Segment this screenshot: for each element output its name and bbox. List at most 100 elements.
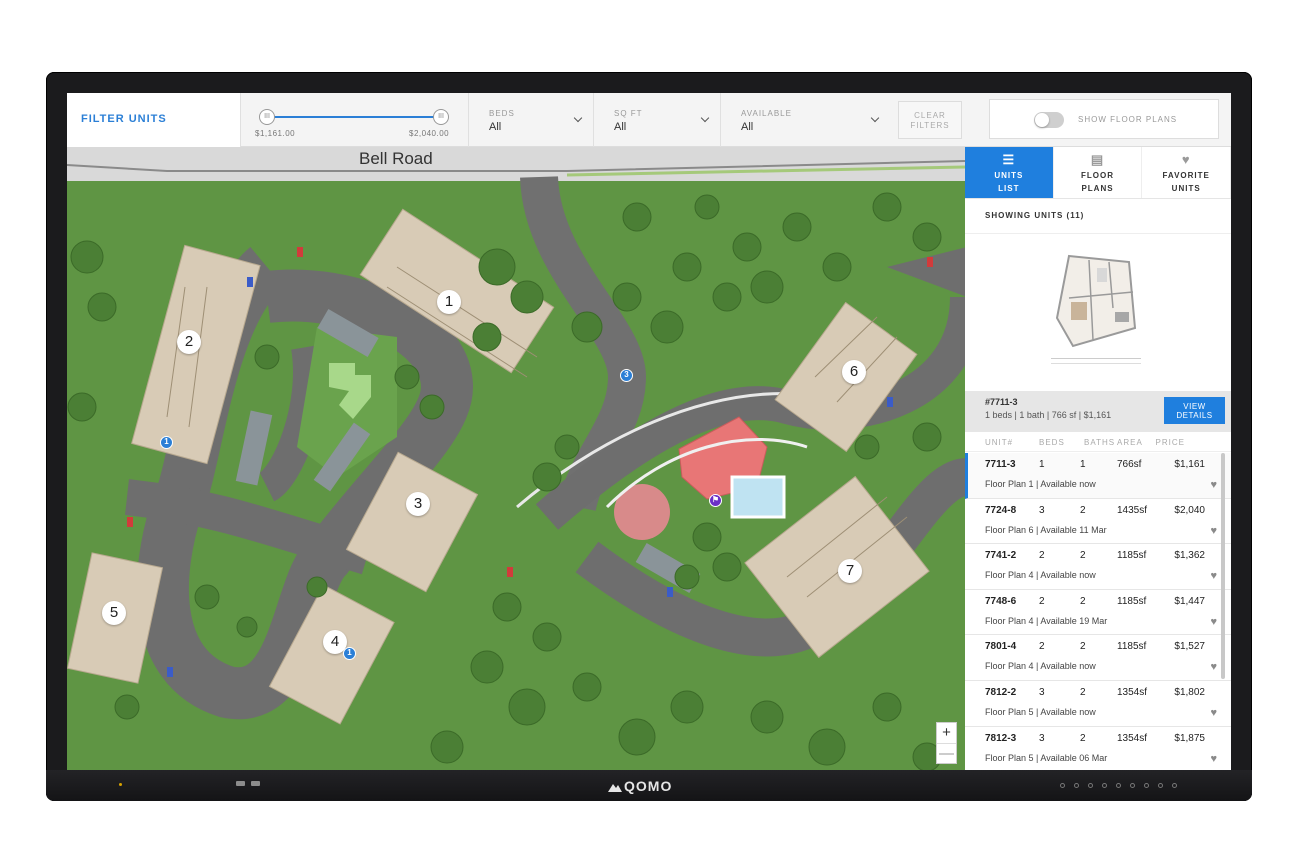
unit-row[interactable]: 7812-2 3 2 1354sf $1,802 Floor Plan 5 | … — [965, 681, 1231, 727]
unit-availability: Floor Plan 4 | Available now — [985, 661, 1096, 672]
favorite-heart-icon[interactable]: ♥ — [1210, 570, 1217, 582]
unit-beds: 3 — [1039, 732, 1045, 744]
unit-row[interactable]: 7748-6 2 2 1185sf $1,447 Floor Plan 4 | … — [965, 590, 1231, 636]
unit-area: 1435sf — [1117, 504, 1148, 516]
available-select[interactable]: AVAILABLE All — [721, 93, 890, 147]
floor-plan-caption — [1051, 358, 1141, 364]
heart-icon: ♥ — [1181, 152, 1191, 167]
unit-row[interactable]: 7801-4 2 2 1185sf $1,527 Floor Plan 4 | … — [965, 635, 1231, 681]
unit-availability: Floor Plan 4 | Available 19 Mar — [985, 615, 1108, 626]
available-value: All — [741, 121, 754, 133]
zoom-in-button[interactable]: + — [937, 723, 956, 743]
view-details-line1: VIEW — [1183, 402, 1206, 411]
power-led — [119, 783, 122, 786]
clubhouse-flag-icon[interactable]: ⚑ — [709, 494, 722, 507]
favorite-heart-icon[interactable]: ♥ — [1210, 616, 1217, 628]
hardware-button[interactable] — [1158, 783, 1163, 788]
unit-availability: Floor Plan 5 | Available 06 Mar — [985, 752, 1108, 763]
clear-filters-button[interactable]: CLEAR FILTERS — [898, 101, 962, 139]
sqft-select[interactable]: SQ FT All — [594, 93, 721, 147]
unit-baths: 2 — [1080, 641, 1086, 653]
sidebar-tabs: ☰ UNITS LIST ▤ FLOOR PLANS ♥ FAVORITE UN… — [965, 147, 1231, 199]
unit-number: 7748-6 — [985, 595, 1017, 607]
hdmi-port — [251, 781, 260, 786]
favorite-heart-icon[interactable]: ♥ — [1210, 479, 1217, 491]
price-min-label: $1,161.00 — [255, 129, 296, 138]
unit-area: 766sf — [1117, 459, 1142, 470]
unit-beds: 2 — [1039, 595, 1045, 607]
favorite-heart-icon[interactable]: ♥ — [1210, 753, 1217, 765]
building-marker[interactable]: 7 — [838, 559, 862, 583]
units-list-scrollbar[interactable] — [1221, 453, 1225, 679]
unit-price: $1,527 — [1174, 641, 1205, 653]
unit-baths: 2 — [1080, 504, 1086, 516]
filter-units-title: FILTER UNITS — [67, 93, 241, 147]
unit-area: 1354sf — [1117, 686, 1148, 698]
unit-area: 1354sf — [1117, 732, 1148, 744]
available-units-pin[interactable]: 3 — [620, 369, 633, 382]
hardware-button[interactable] — [1172, 783, 1177, 788]
hardware-button[interactable] — [1130, 783, 1135, 788]
list-icon: ☰ — [1002, 152, 1016, 167]
view-details-button[interactable]: VIEW DETAILS — [1164, 397, 1225, 424]
site-map[interactable]: Bell Road 1 2 3 4 5 6 7 1 3 1 ⚑ + — — [67, 147, 965, 770]
unit-area: 1185sf — [1117, 595, 1147, 607]
unit-row[interactable]: 7741-2 2 2 1185sf $1,362 Floor Plan 4 | … — [965, 544, 1231, 590]
unit-baths: 2 — [1080, 595, 1086, 607]
building-marker[interactable]: 2 — [177, 330, 201, 354]
unit-row[interactable]: 7711-3 1 1 766sf $1,161 Floor Plan 1 | A… — [965, 453, 1231, 499]
unit-number: 7812-3 — [985, 732, 1017, 744]
tab-floor-plans[interactable]: ▤ FLOOR PLANS — [1054, 147, 1143, 198]
unit-availability: Floor Plan 6 | Available 11 Mar — [985, 524, 1107, 535]
building-marker[interactable]: 5 — [102, 601, 126, 625]
units-table-header: UNIT# BEDS BATHS AREA PRICE — [965, 432, 1231, 452]
hardware-button[interactable] — [1088, 783, 1093, 788]
units-sidebar: ☰ UNITS LIST ▤ FLOOR PLANS ♥ FAVORITE UN… — [965, 147, 1231, 770]
brand-text: QOMO — [624, 778, 673, 794]
tab-units-list[interactable]: ☰ UNITS LIST — [965, 147, 1054, 198]
show-floor-plans-toggle[interactable]: SHOW FLOOR PLANS — [989, 99, 1219, 139]
available-units-pin[interactable]: 1 — [343, 647, 356, 660]
zoom-out-button[interactable]: — — [937, 743, 956, 763]
floor-plan-preview[interactable] — [965, 233, 1231, 391]
price-min-handle[interactable]: III — [259, 109, 275, 125]
unit-price: $1,802 — [1174, 686, 1205, 698]
beds-select[interactable]: BEDS All — [469, 93, 594, 147]
filter-bar: FILTER UNITS III III $1,161.00 $2,040.00… — [67, 93, 1231, 147]
unit-area: 1185sf — [1117, 641, 1147, 653]
unit-availability: Floor Plan 1 | Available now — [985, 479, 1096, 489]
column-price: PRICE — [1155, 438, 1185, 447]
toggle-switch[interactable] — [1034, 112, 1064, 128]
price-max-handle[interactable]: III — [433, 109, 449, 125]
selected-unit-summary: #7711-3 1 beds | 1 bath | 766 sf | $1,16… — [965, 391, 1231, 432]
tab-floor-plans-line2: PLANS — [1081, 184, 1114, 193]
unit-number: 7812-2 — [985, 686, 1017, 698]
unit-beds: 2 — [1039, 550, 1045, 562]
available-units-pin[interactable]: 1 — [160, 436, 173, 449]
view-details-line2: DETAILS — [1176, 411, 1213, 420]
hardware-button[interactable] — [1102, 783, 1107, 788]
tab-floor-plans-line1: FLOOR — [1081, 171, 1114, 180]
building-marker[interactable]: 6 — [842, 360, 866, 384]
unit-baths: 1 — [1080, 459, 1086, 470]
unit-row[interactable]: 7724-8 3 2 1435sf $2,040 Floor Plan 6 | … — [965, 499, 1231, 545]
tab-favorite-units-line2: UNITS — [1171, 184, 1201, 193]
tab-units-list-line1: UNITS — [994, 171, 1024, 180]
unit-beds: 2 — [1039, 641, 1045, 653]
hardware-button[interactable] — [1144, 783, 1149, 788]
building-marker[interactable]: 1 — [437, 290, 461, 314]
brand-mark-icon — [608, 784, 622, 792]
tab-favorite-units[interactable]: ♥ FAVORITE UNITS — [1142, 147, 1231, 198]
unit-row[interactable]: 7812-3 3 2 1354sf $1,875 Floor Plan 5 | … — [965, 727, 1231, 770]
hardware-buttons — [1060, 783, 1177, 788]
price-range-track[interactable] — [265, 116, 441, 118]
front-ports — [236, 781, 260, 786]
favorite-heart-icon[interactable]: ♥ — [1210, 525, 1217, 537]
hardware-button[interactable] — [1116, 783, 1121, 788]
hardware-button[interactable] — [1074, 783, 1079, 788]
unit-baths: 2 — [1080, 550, 1086, 562]
hardware-button[interactable] — [1060, 783, 1065, 788]
favorite-heart-icon[interactable]: ♥ — [1210, 661, 1217, 673]
favorite-heart-icon[interactable]: ♥ — [1210, 707, 1217, 719]
building-marker[interactable]: 3 — [406, 492, 430, 516]
